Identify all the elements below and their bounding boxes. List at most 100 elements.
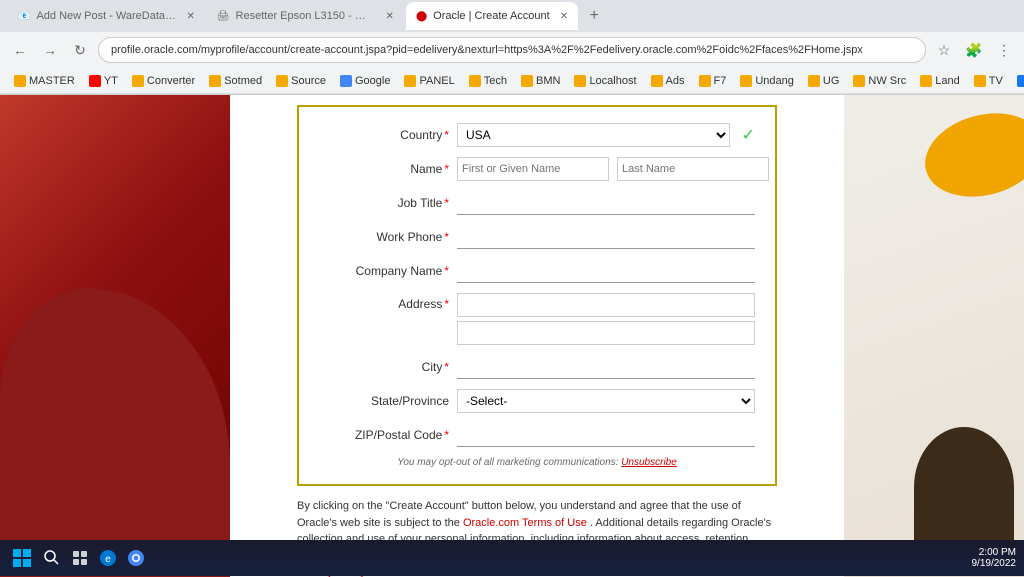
bookmark-yt[interactable]: YT <box>83 70 124 92</box>
required-star: * <box>444 360 449 374</box>
new-tab-button[interactable]: + <box>580 2 608 30</box>
bookmark-icon <box>699 75 711 87</box>
tab-1[interactable]: 📧 Add New Post - WareData - W... ✕ <box>8 2 205 30</box>
state-select[interactable]: -Select- <box>457 389 755 413</box>
job-title-label: Job Title* <box>319 196 449 210</box>
bookmark-icon <box>209 75 221 87</box>
bookmark-icon <box>740 75 752 87</box>
bookmark-ads[interactable]: Ads <box>645 70 691 92</box>
zip-row: ZIP/Postal Code* <box>319 423 755 447</box>
bookmark-tech[interactable]: Tech <box>463 70 513 92</box>
state-label: State/Province <box>319 394 449 408</box>
tab-3[interactable]: ⬤ Oracle | Create Account ✕ <box>406 2 578 30</box>
extensions-button[interactable]: 🧩 <box>962 38 986 62</box>
back-button[interactable]: ← <box>8 38 32 62</box>
country-select[interactable]: USA <box>457 123 730 147</box>
bookmark-source[interactable]: Source <box>270 70 332 92</box>
address-line1-input[interactable] <box>457 293 755 317</box>
bookmark-icon <box>132 75 144 87</box>
bookmark-icon <box>276 75 288 87</box>
bookmark-icon <box>1017 75 1024 87</box>
bookmark-panel[interactable]: PANEL <box>398 70 460 92</box>
company-name-row: Company Name* <box>319 259 755 283</box>
bookmark-tv[interactable]: TV <box>968 70 1009 92</box>
bookmark-icon <box>974 75 986 87</box>
address-line2-input[interactable] <box>457 321 755 345</box>
tab-3-close[interactable]: ✕ <box>560 11 568 22</box>
bookmark-icon <box>469 75 481 87</box>
tab-1-close[interactable]: ✕ <box>186 11 194 22</box>
bookmark-google[interactable]: Google <box>334 70 396 92</box>
tab-bar: 📧 Add New Post - WareData - W... ✕ 🖨 Res… <box>0 0 1024 32</box>
address-group <box>457 293 755 345</box>
left-art-panel <box>0 95 230 577</box>
bookmark-fb[interactable]: FB <box>1011 70 1024 92</box>
zip-input[interactable] <box>457 423 755 447</box>
bookmark-icon <box>521 75 533 87</box>
menu-button[interactable]: ⋮ <box>992 38 1016 62</box>
bookmark-master[interactable]: MASTER <box>8 70 81 92</box>
work-phone-row: Work Phone* <box>319 225 755 249</box>
bookmark-icon <box>920 75 932 87</box>
company-name-label: Company Name* <box>319 264 449 278</box>
bookmark-sotmed[interactable]: Sotmed <box>203 70 268 92</box>
bookmark-land[interactable]: Land <box>914 70 965 92</box>
taskbar: e 2:00 PM 9/19/2022 <box>0 540 1024 576</box>
bookmark-converter[interactable]: Converter <box>126 70 201 92</box>
reload-button[interactable]: ↻ <box>68 38 92 62</box>
bookmark-icon <box>404 75 416 87</box>
tab-2-close[interactable]: ✕ <box>386 11 394 22</box>
required-star: * <box>444 196 449 210</box>
center-area: Country* USA ✓ Name* Job <box>230 95 844 577</box>
name-label: Name* <box>319 162 449 176</box>
terms-link[interactable]: Oracle.com Terms of Use <box>463 517 587 529</box>
bookmark-icon <box>651 75 663 87</box>
address-label: Address* <box>319 293 449 311</box>
check-icon: ✓ <box>742 125 755 145</box>
address-row: Address* <box>319 293 755 345</box>
bookmark-icon <box>853 75 865 87</box>
task-view-icon <box>72 550 88 566</box>
right-art-panel <box>844 95 1024 577</box>
unsubscribe-link[interactable]: Unsubscribe <box>621 457 677 468</box>
name-group <box>457 157 769 181</box>
address-bar: ← → ↻ profile.oracle.com/myprofile/accou… <box>0 32 1024 68</box>
country-label: Country* <box>319 128 449 142</box>
url-text: profile.oracle.com/myprofile/account/cre… <box>111 44 863 56</box>
job-title-row: Job Title* <box>319 191 755 215</box>
chrome-browser-icon <box>127 549 145 567</box>
required-star: * <box>444 264 449 278</box>
taskbar-time: 2:00 PM 9/19/2022 <box>972 547 1017 569</box>
required-star: * <box>444 297 449 311</box>
bookmark-undang[interactable]: Undang <box>734 70 800 92</box>
registration-form: Country* USA ✓ Name* Job <box>297 105 777 486</box>
work-phone-label: Work Phone* <box>319 230 449 244</box>
work-phone-input[interactable] <box>457 225 755 249</box>
start-button[interactable] <box>8 544 36 572</box>
browser-chrome: 📧 Add New Post - WareData - W... ✕ 🖨 Res… <box>0 0 1024 95</box>
city-row: City* <box>319 355 755 379</box>
first-name-input[interactable] <box>457 157 609 181</box>
job-title-input[interactable] <box>457 191 755 215</box>
required-star: * <box>444 128 449 142</box>
edge-icon[interactable]: e <box>96 546 120 570</box>
bookmark-bmn[interactable]: BMN <box>515 70 566 92</box>
city-input[interactable] <box>457 355 755 379</box>
bookmark-f7[interactable]: F7 <box>693 70 733 92</box>
tab-2[interactable]: 🖨 Resetter Epson L3150 - WareD... ✕ <box>207 2 404 30</box>
url-bar[interactable]: profile.oracle.com/myprofile/account/cre… <box>98 37 926 63</box>
city-label: City* <box>319 360 449 374</box>
bookmark-star[interactable]: ☆ <box>932 38 956 62</box>
bookmark-localhost[interactable]: Localhost <box>568 70 642 92</box>
forward-button[interactable]: → <box>38 38 62 62</box>
search-taskbar-button[interactable] <box>40 546 64 570</box>
bookmark-ug[interactable]: UG <box>802 70 846 92</box>
edge-browser-icon: e <box>99 549 117 567</box>
zip-label: ZIP/Postal Code* <box>319 428 449 442</box>
chrome-icon[interactable] <box>124 546 148 570</box>
task-view-button[interactable] <box>68 546 92 570</box>
bookmark-nwsrc[interactable]: NW Src <box>847 70 912 92</box>
company-name-input[interactable] <box>457 259 755 283</box>
last-name-input[interactable] <box>617 157 769 181</box>
required-star: * <box>444 230 449 244</box>
